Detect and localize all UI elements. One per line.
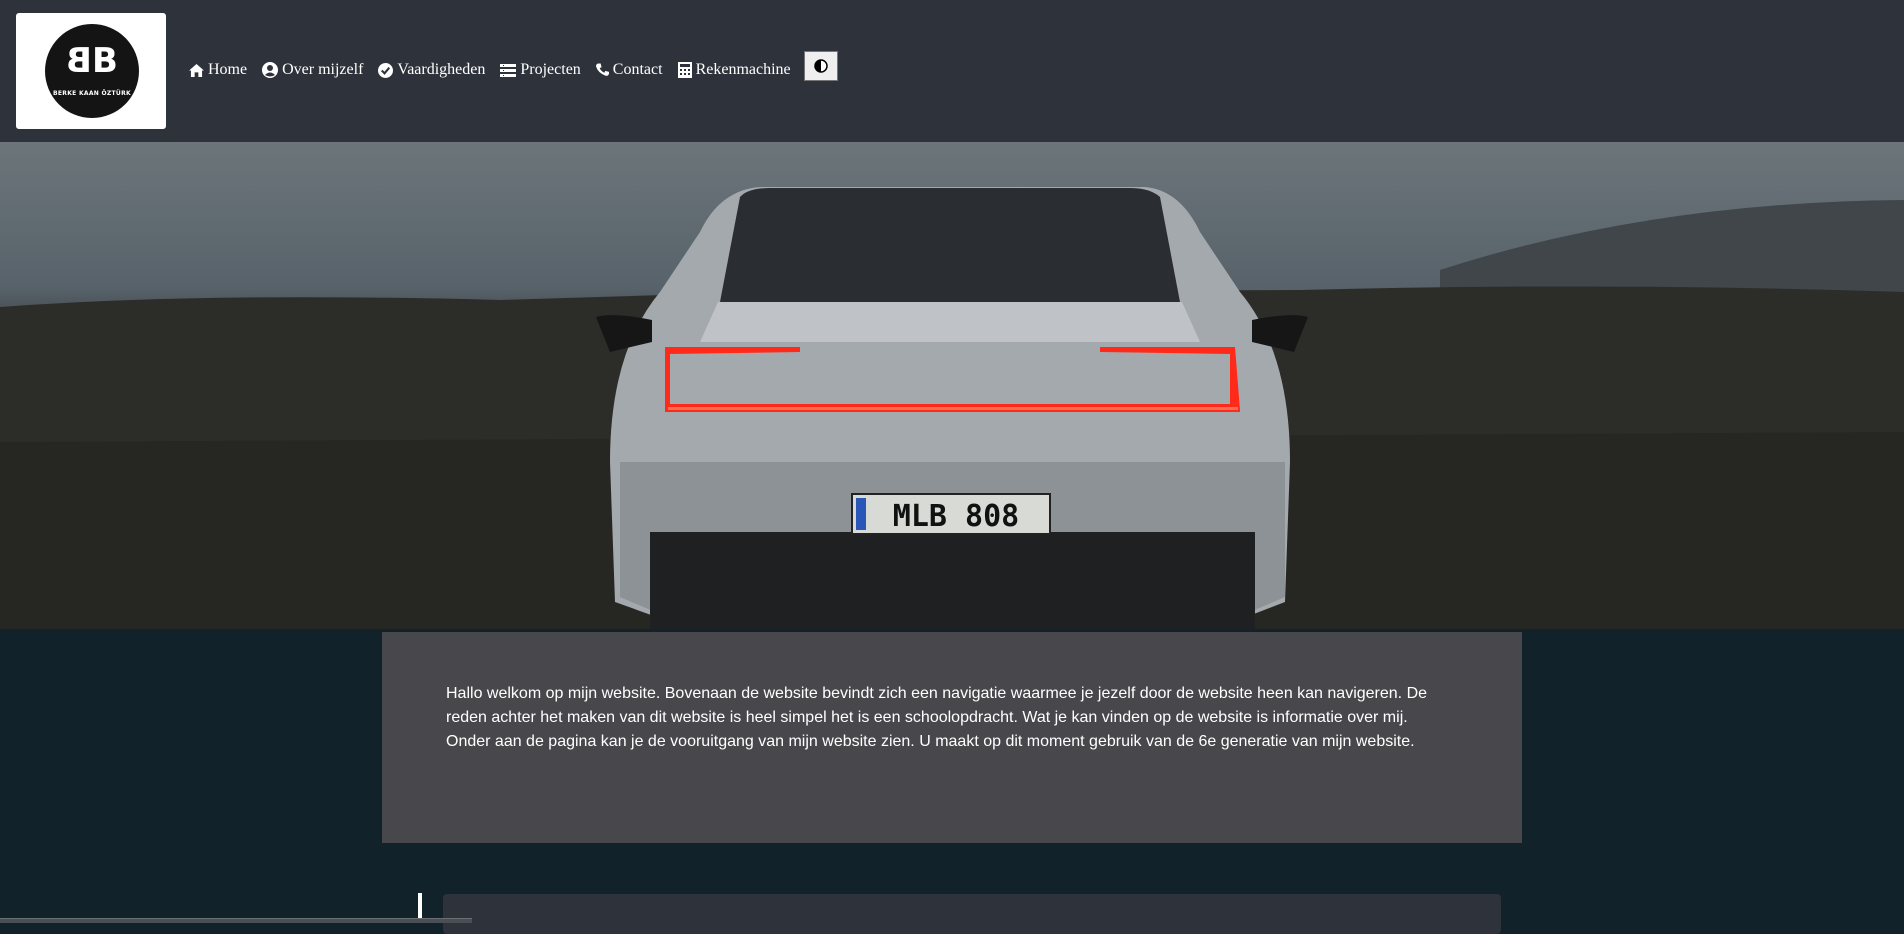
main-navigation: Home Over mijzelf Vaardigheden Projecten… (189, 58, 806, 82)
logo-name: BERKE KAAN ÖZTÜRK (53, 90, 131, 97)
phone-icon (595, 63, 609, 76)
nav-over-mijzelf-label: Over mijzelf (282, 61, 364, 78)
horizontal-scrollbar[interactable] (0, 918, 472, 923)
timeline-card (443, 894, 1501, 934)
intro-panel: Hallo welkom op mijn website. Bovenaan d… (382, 632, 1522, 843)
license-plate: MLB 808 (893, 499, 1019, 534)
check-circle-icon (378, 62, 394, 78)
nav-home[interactable]: Home (189, 61, 247, 79)
nav-projecten[interactable]: Projecten (500, 61, 581, 79)
calculator-icon (677, 62, 692, 78)
nav-rekenmachine-label: Rekenmachine (695, 61, 791, 78)
nav-projecten-label: Projecten (520, 61, 581, 78)
nav-vaardigheden-label: Vaardigheden (397, 61, 486, 78)
nav-over-mijzelf[interactable]: Over mijzelf (262, 61, 363, 79)
nav-contact[interactable]: Contact (595, 61, 663, 79)
theme-toggle-button[interactable] (804, 51, 838, 81)
contrast-icon (814, 59, 828, 73)
list-icon (500, 63, 517, 77)
intro-text: Hallo welkom op mijn website. Bovenaan d… (446, 685, 1428, 750)
logo[interactable]: BB BERKE KAAN ÖZTÜRK (16, 13, 166, 129)
site-header: BB BERKE KAAN ÖZTÜRK Home Over mijzelf V… (0, 0, 1904, 142)
hero-car-image: MLB 808 (0, 187, 1904, 629)
home-icon (189, 63, 204, 77)
logo-badge: BB BERKE KAAN ÖZTÜRK (45, 24, 139, 118)
nav-contact-label: Contact (612, 61, 663, 78)
hero-banner: MLB 808 (0, 142, 1904, 629)
user-circle-icon (262, 62, 279, 78)
nav-vaardigheden[interactable]: Vaardigheden (378, 61, 485, 79)
nav-rekenmachine[interactable]: Rekenmachine (677, 61, 791, 79)
logo-monogram: BB (69, 41, 118, 81)
nav-home-label: Home (208, 61, 248, 78)
